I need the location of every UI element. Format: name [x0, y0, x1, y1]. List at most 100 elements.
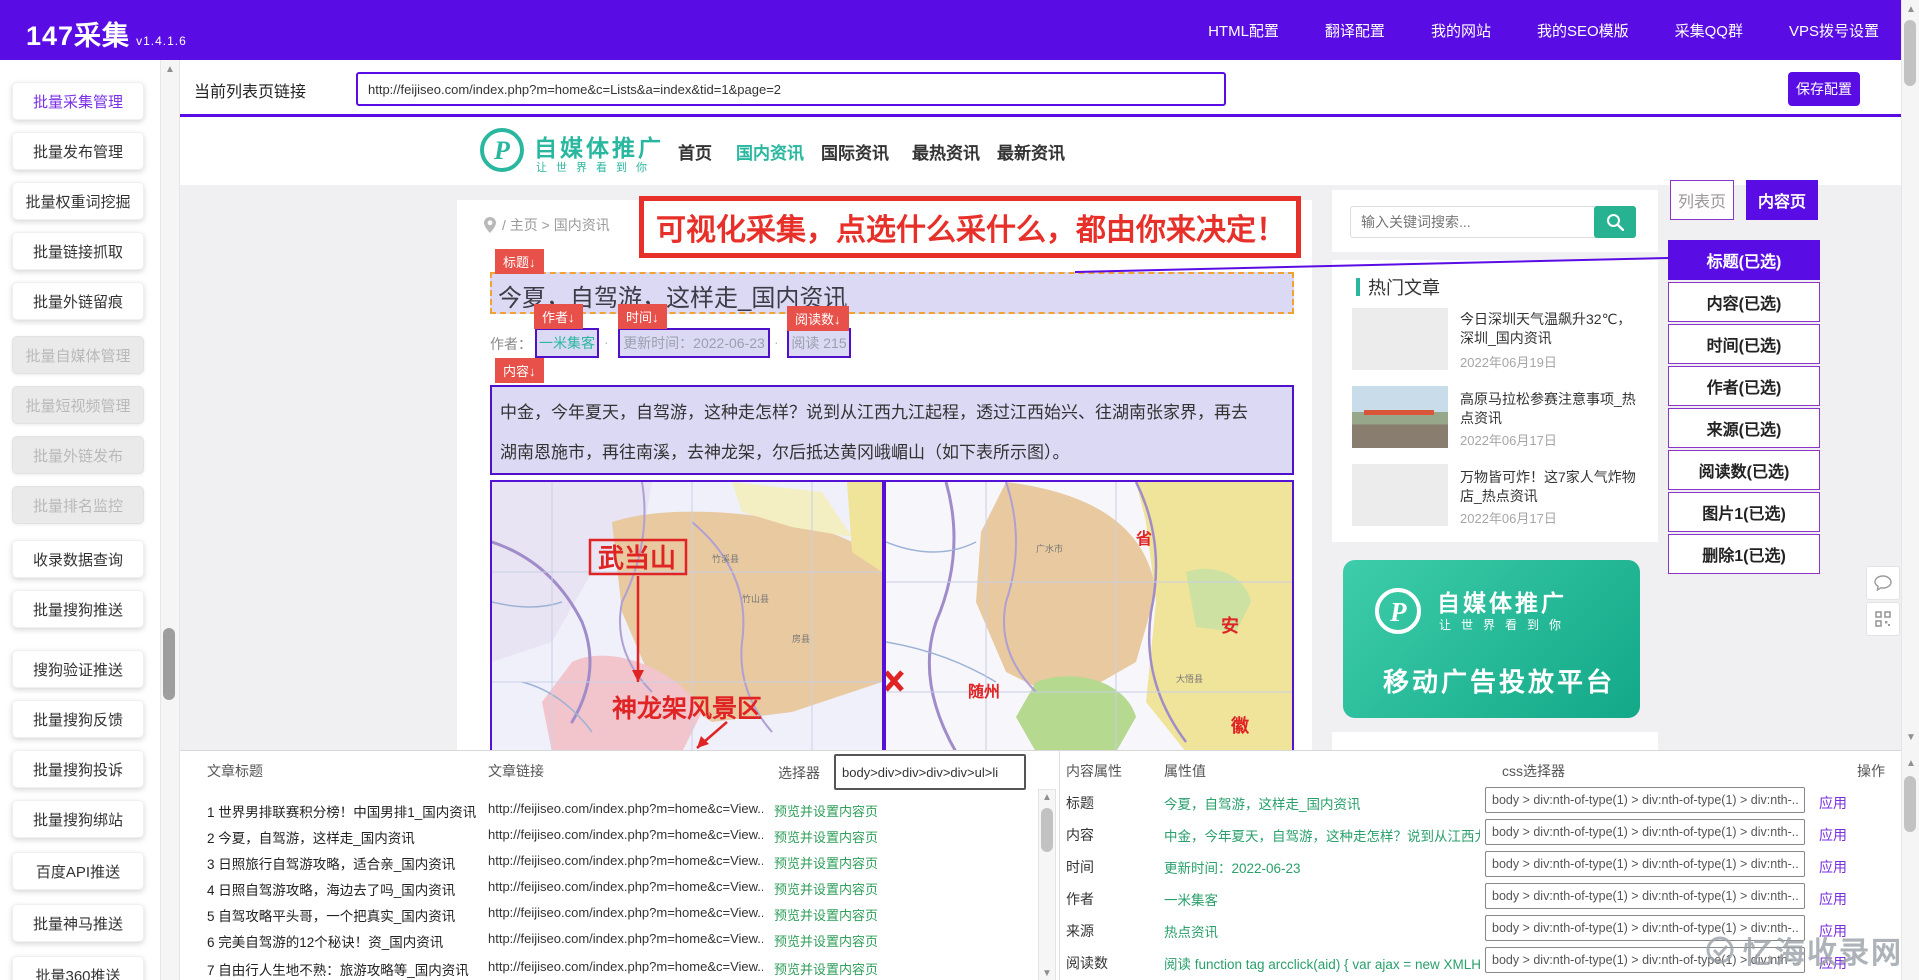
- reads-selection[interactable]: 阅读 215: [787, 328, 851, 358]
- tag-content: 内容↓: [495, 358, 544, 383]
- hot-article-link[interactable]: 今日深圳天气温飙升32℃，深圳_国内资讯: [1460, 310, 1642, 348]
- search-input[interactable]: [1350, 206, 1602, 238]
- apply-link[interactable]: 应用: [1819, 889, 1847, 909]
- row-link: http://feijiseo.com/index.php?m=home&c=V…: [488, 827, 763, 842]
- scroll-down-icon[interactable]: ▼: [1902, 730, 1919, 746]
- topnav-my-site[interactable]: 我的网站: [1431, 20, 1491, 41]
- hot-article-link[interactable]: 高原马拉松参赛注意事项_热点资讯: [1460, 390, 1642, 428]
- tab-list-page[interactable]: 列表页: [1670, 180, 1734, 220]
- app-window: 147采集v1.4.1.6 HTML配置 翻译配置 我的网站 我的SEO模版 采…: [0, 0, 1919, 980]
- field-button-delete1[interactable]: 删除1(已选): [1668, 534, 1820, 574]
- tab-content-page[interactable]: 内容页: [1746, 180, 1818, 220]
- site-nav-international[interactable]: 国际资讯: [821, 139, 889, 164]
- main-left-scrollbar[interactable]: ▲: [160, 60, 180, 980]
- topnav-qq-group[interactable]: 采集QQ群: [1675, 20, 1743, 41]
- hot-article-thumbnail[interactable]: [1352, 386, 1448, 448]
- topnav-seo-template[interactable]: 我的SEO模版: [1537, 20, 1629, 41]
- scroll-up-icon[interactable]: ▲: [161, 62, 179, 78]
- css-selector-input[interactable]: [1485, 787, 1805, 813]
- row-link: http://feijiseo.com/index.php?m=home&c=V…: [488, 931, 763, 946]
- field-button-time[interactable]: 时间(已选): [1668, 324, 1820, 364]
- site-nav-latest[interactable]: 最新资讯: [997, 139, 1065, 164]
- scrollbar-thumb[interactable]: [1904, 20, 1916, 86]
- author-selection[interactable]: 一米集客: [535, 328, 599, 358]
- sidebar-item-shenma-push[interactable]: 批量神马推送: [12, 904, 144, 942]
- sidebar-item-link-grab[interactable]: 批量链接抓取: [12, 232, 144, 270]
- qr-code-button[interactable]: [1866, 602, 1900, 636]
- scroll-down-icon[interactable]: ▼: [1039, 966, 1055, 980]
- sidebar-item-sogou-feedback[interactable]: 批量搜狗反馈: [12, 700, 144, 738]
- article-map-image-right[interactable]: 随州 省 安 徽 广水市 大悟县: [884, 480, 1294, 754]
- hot-article-thumbnail[interactable]: [1352, 464, 1448, 526]
- list-table-scrollbar[interactable]: ▲ ▼: [1038, 789, 1056, 980]
- article-map-image-left[interactable]: 武当山 神龙架风景区 竹山县 房县 竹溪县: [490, 480, 884, 754]
- preview-set-content-link[interactable]: 预览并设置内容页: [774, 959, 878, 978]
- field-button-image1[interactable]: 图片1(已选): [1668, 492, 1820, 532]
- svg-text:P: P: [493, 136, 511, 165]
- sidebar-item-backlink-trace[interactable]: 批量外链留痕: [12, 282, 144, 320]
- table-divider: [1059, 751, 1060, 980]
- topnav-vps-dial[interactable]: VPS拨号设置: [1789, 20, 1879, 41]
- field-button-author[interactable]: 作者(已选): [1668, 366, 1820, 406]
- topnav-html-config[interactable]: HTML配置: [1208, 20, 1279, 41]
- ad-caption: 移动广告投放平台: [1383, 662, 1615, 699]
- scroll-up-icon[interactable]: ▲: [1039, 790, 1055, 806]
- hot-article-thumbnail[interactable]: [1352, 308, 1448, 370]
- preview-set-content-link[interactable]: 预览并设置内容页: [774, 931, 878, 950]
- scrollbar-thumb[interactable]: [1041, 808, 1053, 852]
- field-button-content[interactable]: 内容(已选): [1668, 282, 1820, 322]
- preview-set-content-link[interactable]: 预览并设置内容页: [774, 879, 878, 898]
- search-button[interactable]: [1594, 206, 1636, 238]
- preview-site-header: P 自媒体推广 让世界看到你 首页 国内资讯 国际资讯 最热资讯 最新资讯: [180, 117, 1901, 185]
- field-button-title[interactable]: 标题(已选): [1668, 240, 1820, 280]
- site-nav-home[interactable]: 首页: [678, 139, 712, 164]
- scroll-up-icon[interactable]: ▲: [1902, 2, 1919, 18]
- apply-link[interactable]: 应用: [1819, 825, 1847, 845]
- time-selection[interactable]: 更新时间：2022-06-23: [618, 328, 770, 358]
- css-selector-input[interactable]: [1485, 851, 1805, 877]
- sidebar-item-backlink-publish: 批量外链发布: [12, 436, 144, 474]
- sidebar-item-sogou-complaint[interactable]: 批量搜狗投诉: [12, 750, 144, 788]
- sidebar-item-sogou-push[interactable]: 批量搜狗推送: [12, 590, 144, 628]
- row-title: 3 日照旅行自驾游攻略，适合亲_国内资讯: [207, 853, 482, 873]
- field-button-reads[interactable]: 阅读数(已选): [1668, 450, 1820, 490]
- topnav-translate-config[interactable]: 翻译配置: [1325, 20, 1385, 41]
- site-nav-hottest[interactable]: 最热资讯: [912, 139, 980, 164]
- sidebar-item-sogou-bind[interactable]: 批量搜狗绑站: [12, 800, 144, 838]
- sidebar-item-batch-publish[interactable]: 批量发布管理: [12, 132, 144, 170]
- breadcrumb-text[interactable]: / 主页 > 国内资讯: [502, 215, 610, 235]
- apply-link[interactable]: 应用: [1819, 857, 1847, 877]
- hot-articles-card: 热门文章 今日深圳天气温飙升32℃，深圳_国内资讯 2022年06月19日 高原…: [1332, 260, 1658, 542]
- field-button-source[interactable]: 来源(已选): [1668, 408, 1820, 448]
- sidebar-item-baidu-api-push[interactable]: 百度API推送: [12, 852, 144, 890]
- css-selector-input[interactable]: [1485, 819, 1805, 845]
- row-link: http://feijiseo.com/index.php?m=home&c=V…: [488, 879, 763, 894]
- sidebar-item-weight-words[interactable]: 批量权重词挖掘: [12, 182, 144, 220]
- scroll-up-icon[interactable]: ▲: [1902, 756, 1919, 772]
- sidebar-item-360-push[interactable]: 批量360推送: [12, 956, 144, 980]
- list-selector-input[interactable]: [834, 754, 1026, 790]
- sidebar-item-sogou-verify-push[interactable]: 搜狗验证推送: [12, 650, 144, 688]
- attr-name: 阅读数: [1066, 953, 1108, 973]
- preview-set-content-link[interactable]: 预览并设置内容页: [774, 801, 878, 820]
- hot-article-link[interactable]: 万物皆可炸！这7家人气炸物店_热点资讯: [1460, 468, 1642, 506]
- preview-set-content-link[interactable]: 预览并设置内容页: [774, 853, 878, 872]
- site-nav-domestic[interactable]: 国内资讯: [736, 139, 804, 164]
- feedback-button[interactable]: [1866, 566, 1900, 600]
- save-config-button[interactable]: 保存配置: [1788, 72, 1860, 106]
- preview-set-content-link[interactable]: 预览并设置内容页: [774, 827, 878, 846]
- ad-banner[interactable]: P 自媒体推广 让世界看到你 移动广告投放平台: [1343, 560, 1640, 718]
- sidebar-item-index-query[interactable]: 收录数据查询: [12, 540, 144, 578]
- list-url-input[interactable]: [356, 72, 1226, 106]
- row-link: http://feijiseo.com/index.php?m=home&c=V…: [488, 853, 763, 868]
- scrollbar-thumb[interactable]: [163, 628, 175, 700]
- sidebar: 批量采集管理 批量发布管理 批量权重词挖掘 批量链接抓取 批量外链留痕 批量自媒…: [0, 60, 160, 980]
- search-card: [1332, 190, 1658, 252]
- sidebar-item-media-manage: 批量自媒体管理: [12, 336, 144, 374]
- css-selector-input[interactable]: [1485, 883, 1805, 909]
- apply-link[interactable]: 应用: [1819, 793, 1847, 813]
- window-scrollbar[interactable]: ▲ ▼ ▲: [1901, 0, 1919, 980]
- scrollbar-thumb[interactable]: [1904, 776, 1916, 832]
- preview-set-content-link[interactable]: 预览并设置内容页: [774, 905, 878, 924]
- sidebar-item-batch-collect[interactable]: 批量采集管理: [12, 82, 144, 120]
